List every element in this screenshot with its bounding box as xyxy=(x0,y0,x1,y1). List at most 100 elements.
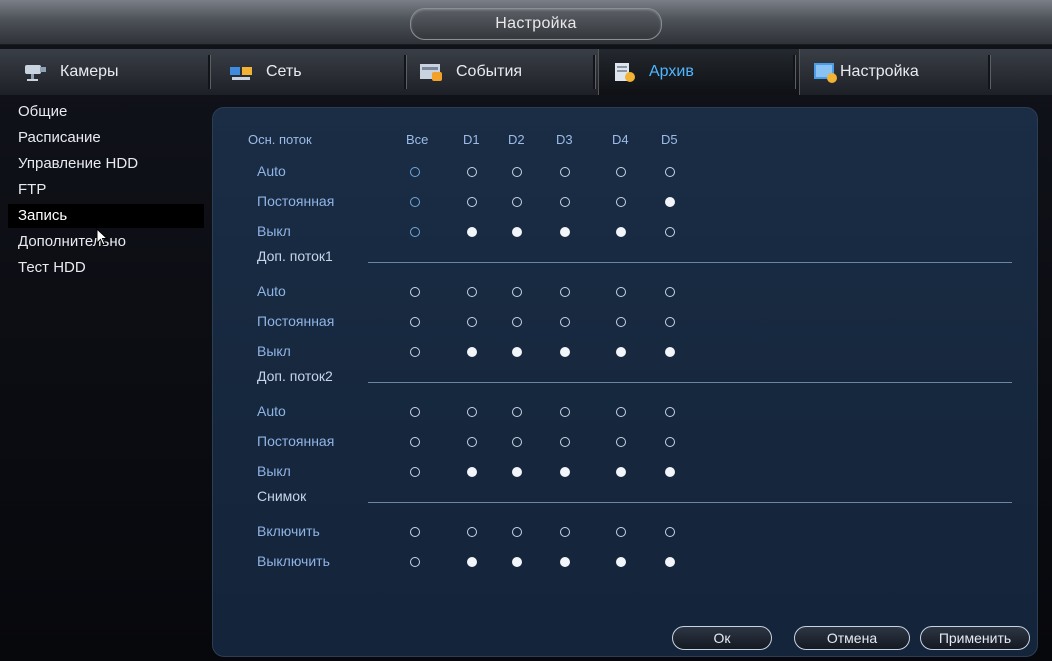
archive-icon xyxy=(611,61,637,83)
record-mode-radio[interactable] xyxy=(665,527,675,537)
record-mode-radio[interactable] xyxy=(467,467,477,477)
tab-settings[interactable]: Настройка xyxy=(812,49,992,95)
record-mode-radio[interactable] xyxy=(616,527,626,537)
record-mode-radio[interactable] xyxy=(616,227,626,237)
section-divider xyxy=(368,502,1012,503)
record-mode-radio[interactable] xyxy=(616,407,626,417)
record-mode-radio[interactable] xyxy=(665,467,675,477)
record-mode-radio[interactable] xyxy=(512,197,522,207)
tab-cameras[interactable]: Камеры xyxy=(22,49,202,95)
record-mode-radio[interactable] xyxy=(467,197,477,207)
record-mode-radio[interactable] xyxy=(665,227,675,237)
record-mode-radio[interactable] xyxy=(560,527,570,537)
record-mode-radio[interactable] xyxy=(512,287,522,297)
record-mode-radio[interactable] xyxy=(616,437,626,447)
row-label: Выкл xyxy=(257,223,291,239)
sidebar-item-hdd-test[interactable]: Тест HDD xyxy=(8,256,204,280)
sidebar-item-hdd-management[interactable]: Управление HDD xyxy=(8,152,204,176)
record-mode-radio[interactable] xyxy=(560,347,570,357)
record-mode-radio[interactable] xyxy=(467,407,477,417)
record-mode-radio[interactable] xyxy=(665,287,675,297)
sidebar-item-record[interactable]: Запись xyxy=(8,204,204,228)
record-mode-radio[interactable] xyxy=(410,527,420,537)
record-mode-radio[interactable] xyxy=(467,437,477,447)
record-mode-radio[interactable] xyxy=(560,467,570,477)
record-mode-radio[interactable] xyxy=(560,197,570,207)
tab-network[interactable]: Сеть xyxy=(228,49,398,95)
record-mode-radio[interactable] xyxy=(665,437,675,447)
apply-button[interactable]: Применить xyxy=(920,626,1030,650)
main-tab-bar: Камеры Сеть События Архив Настройка xyxy=(0,49,1052,95)
row-label: Auto xyxy=(257,163,286,179)
record-mode-radio[interactable] xyxy=(665,407,675,417)
column-header: D1 xyxy=(463,132,480,147)
record-mode-radio[interactable] xyxy=(512,557,522,567)
row-label: Выкл xyxy=(257,463,291,479)
tab-divider xyxy=(793,55,796,89)
section-title: Доп. поток1 xyxy=(257,248,333,264)
row-label: Постоянная xyxy=(257,433,335,449)
sidebar-item-schedule[interactable]: Расписание xyxy=(8,126,204,150)
section-title: Доп. поток2 xyxy=(257,368,333,384)
settings-icon xyxy=(812,61,838,83)
tab-label: События xyxy=(456,63,523,80)
record-mode-radio[interactable] xyxy=(410,227,420,237)
record-mode-radio[interactable] xyxy=(665,347,675,357)
record-mode-radio[interactable] xyxy=(512,407,522,417)
record-mode-radio[interactable] xyxy=(410,287,420,297)
record-mode-radio[interactable] xyxy=(560,317,570,327)
record-mode-radio[interactable] xyxy=(616,167,626,177)
record-mode-radio[interactable] xyxy=(512,437,522,447)
record-mode-radio[interactable] xyxy=(665,167,675,177)
record-mode-radio[interactable] xyxy=(616,197,626,207)
record-mode-radio[interactable] xyxy=(410,167,420,177)
record-mode-radio[interactable] xyxy=(467,527,477,537)
tab-events[interactable]: События xyxy=(418,49,588,95)
record-mode-radio[interactable] xyxy=(616,287,626,297)
tab-archive[interactable]: Архив xyxy=(598,49,800,95)
record-mode-radio[interactable] xyxy=(616,467,626,477)
ok-button[interactable]: Ок xyxy=(672,626,772,650)
record-mode-radio[interactable] xyxy=(467,557,477,567)
column-header: D2 xyxy=(508,132,525,147)
tab-divider xyxy=(593,55,596,89)
record-mode-radio[interactable] xyxy=(512,467,522,477)
cancel-button[interactable]: Отмена xyxy=(794,626,910,650)
column-header: D5 xyxy=(661,132,678,147)
record-mode-radio[interactable] xyxy=(616,557,626,567)
record-mode-radio[interactable] xyxy=(410,197,420,207)
record-mode-radio[interactable] xyxy=(467,167,477,177)
record-mode-radio[interactable] xyxy=(410,317,420,327)
record-mode-radio[interactable] xyxy=(467,287,477,297)
record-mode-radio[interactable] xyxy=(410,557,420,567)
record-mode-radio[interactable] xyxy=(467,347,477,357)
record-mode-radio[interactable] xyxy=(512,167,522,177)
record-mode-radio[interactable] xyxy=(410,437,420,447)
record-mode-radio[interactable] xyxy=(410,407,420,417)
record-mode-radio[interactable] xyxy=(467,227,477,237)
record-mode-radio[interactable] xyxy=(560,287,570,297)
record-mode-radio[interactable] xyxy=(560,437,570,447)
record-mode-radio[interactable] xyxy=(410,347,420,357)
record-mode-radio[interactable] xyxy=(560,557,570,567)
record-mode-radio[interactable] xyxy=(512,227,522,237)
camera-icon xyxy=(22,61,48,83)
record-mode-radio[interactable] xyxy=(512,317,522,327)
record-mode-radio[interactable] xyxy=(560,407,570,417)
row-label: Включить xyxy=(257,523,320,539)
record-mode-radio[interactable] xyxy=(560,167,570,177)
record-mode-radio[interactable] xyxy=(665,317,675,327)
record-mode-radio[interactable] xyxy=(665,557,675,567)
record-mode-radio[interactable] xyxy=(512,527,522,537)
sidebar-item-general[interactable]: Общие xyxy=(8,100,204,124)
record-mode-radio[interactable] xyxy=(616,317,626,327)
section-title: Снимок xyxy=(257,488,307,504)
dvr-settings-screen: Настройка Камеры Сеть События Архив Наст… xyxy=(0,0,1052,661)
sidebar-item-ftp[interactable]: FTP xyxy=(8,178,204,202)
record-mode-radio[interactable] xyxy=(410,467,420,477)
record-mode-radio[interactable] xyxy=(467,317,477,327)
record-mode-radio[interactable] xyxy=(512,347,522,357)
record-mode-radio[interactable] xyxy=(616,347,626,357)
record-mode-radio[interactable] xyxy=(560,227,570,237)
record-mode-radio[interactable] xyxy=(665,197,675,207)
